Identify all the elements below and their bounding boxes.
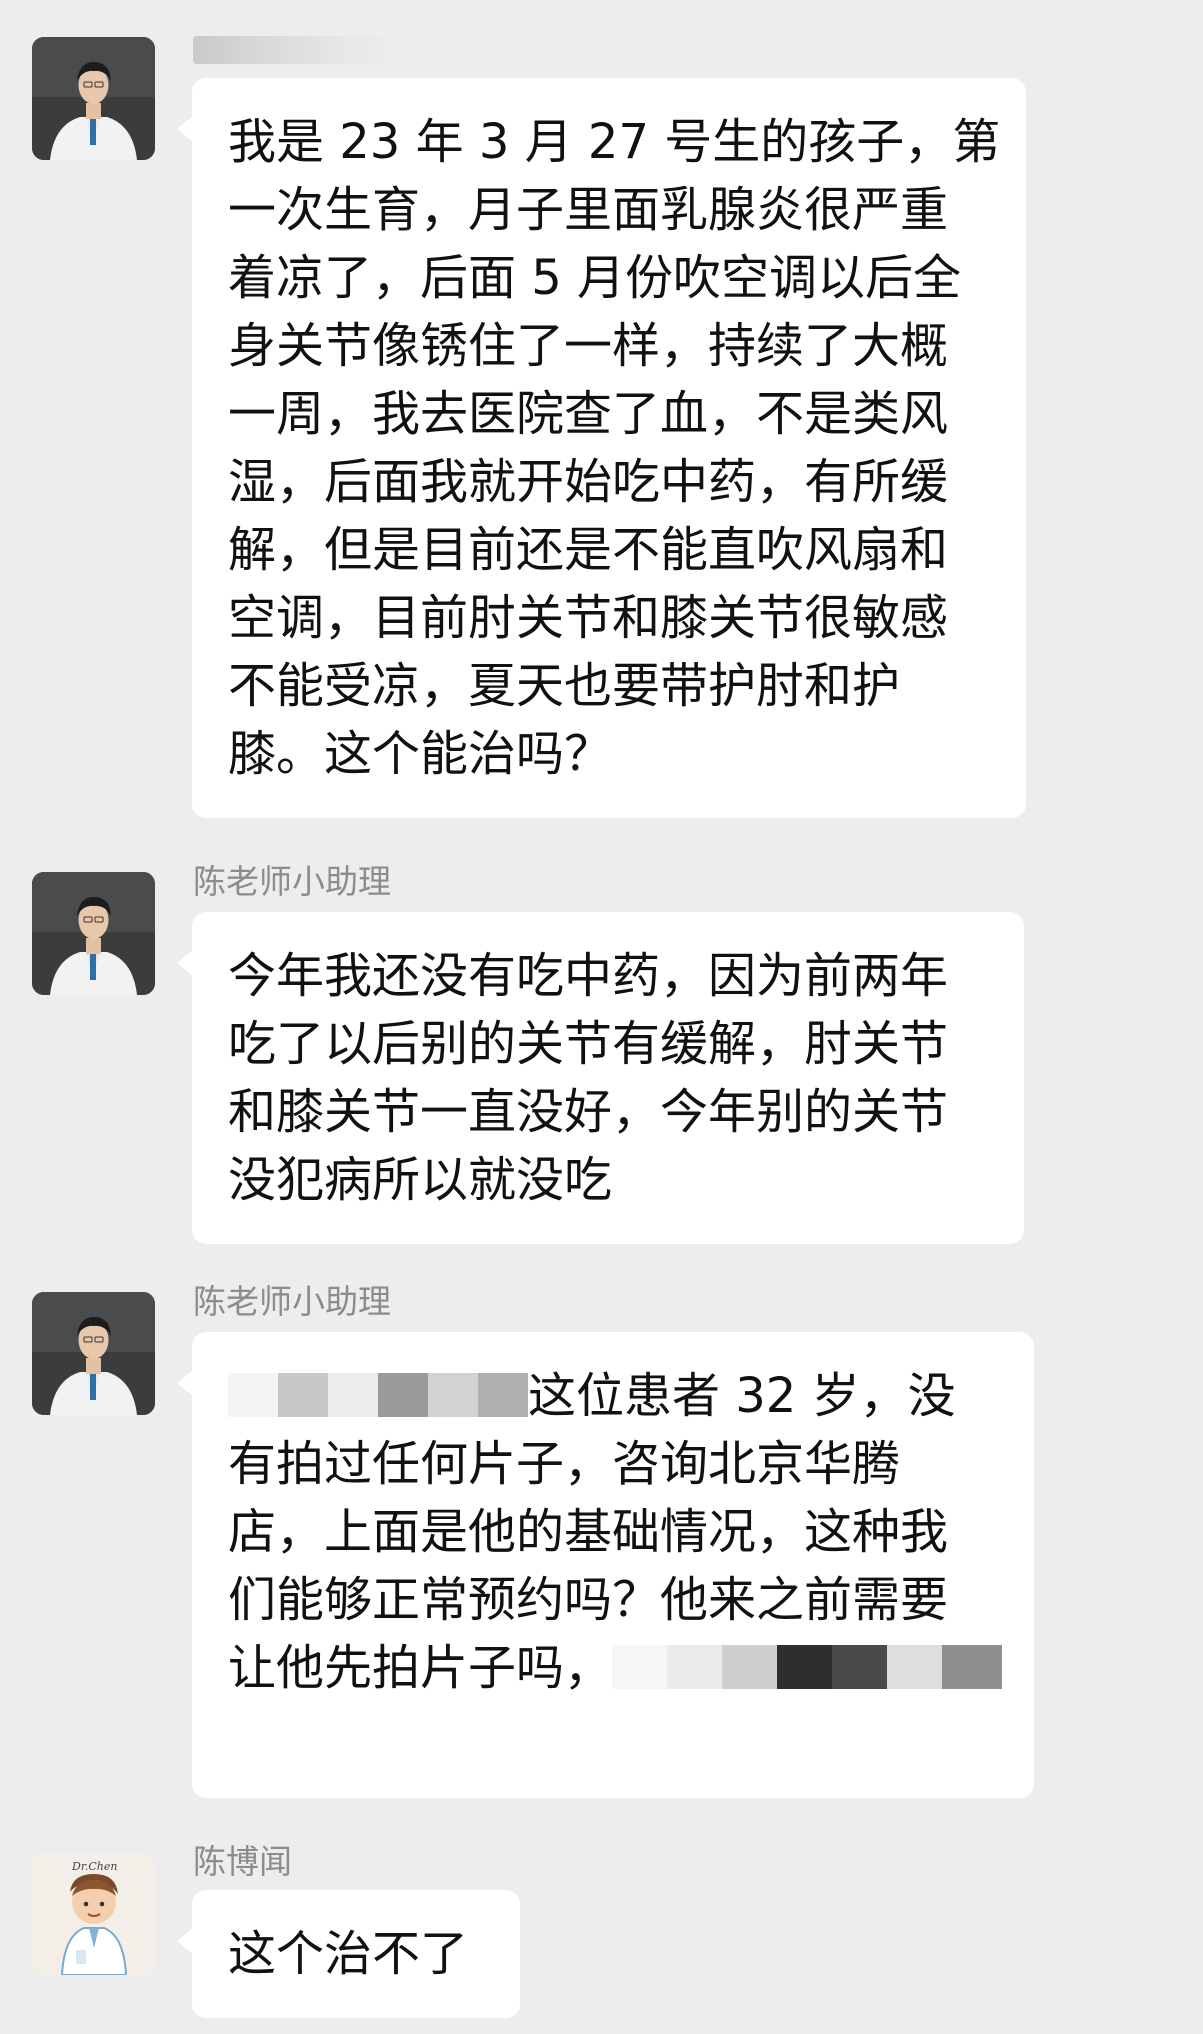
- message-bubble[interactable]: 我是 23 年 3 月 27 号生的孩子，第 一次生育，月子里面乳腺炎很严重 着…: [177, 78, 1026, 818]
- sender-name: 陈老师小助理: [193, 862, 391, 901]
- message-line: 这个治不了: [228, 1926, 469, 1982]
- doctor-photo-avatar: [32, 37, 155, 160]
- message-line: 我是 23 年 3 月 27 号生的孩子，第: [228, 114, 1001, 170]
- message-line: 今年我还没有吃中药，因为前两年: [228, 948, 949, 1004]
- message-line: 让他先拍片子吗，: [228, 1634, 1003, 1702]
- doctor-photo-avatar: [32, 872, 155, 995]
- message-line: 没犯病所以就没吃: [228, 1152, 613, 1208]
- cartoon-doctor-avatar: Dr.Chen: [32, 1852, 155, 1975]
- avatar-caption: Dr.Chen: [71, 1860, 117, 1873]
- sender-name-redacted: [193, 36, 398, 64]
- redacted-mosaic: [612, 1645, 1003, 1689]
- message-line: 解，但是目前还是不能直吹风扇和: [228, 522, 949, 578]
- sender-avatar[interactable]: [32, 1292, 155, 1415]
- message-line: 不能受凉，夏天也要带护肘和护: [228, 658, 901, 714]
- message-line: 这位患者 32 岁，没: [228, 1362, 998, 1430]
- message-line: 吃了以后别的关节有缓解，肘关节: [228, 1016, 949, 1072]
- message-line: 着凉了，后面 5 月份吹空调以后全: [228, 250, 962, 306]
- redacted-mosaic: [228, 1373, 528, 1417]
- doctor-photo-avatar: [32, 1292, 155, 1415]
- sender-avatar[interactable]: [32, 872, 155, 995]
- message-line: 湿，后面我就开始吃中药，有所缓: [228, 454, 949, 510]
- message-bubble[interactable]: 这位患者 32 岁，没 有拍过任何片子，咨询北京华腾 店，上面是他的基础情况，这…: [177, 1332, 1034, 1798]
- sender-name: 陈博闻: [193, 1842, 292, 1881]
- message-line: 一次生育，月子里面乳腺炎很严重: [228, 182, 949, 238]
- message-text: 这位患者 32 岁，没: [528, 1368, 956, 1424]
- message-text: 让他先拍片子吗，: [228, 1640, 613, 1696]
- message-line: 身关节像锈住了一样，持续了大概: [228, 318, 949, 374]
- sender-avatar[interactable]: [32, 37, 155, 160]
- message-bubble[interactable]: 这个治不了: [177, 1890, 520, 2018]
- message-line: 有拍过任何片子，咨询北京华腾: [228, 1436, 901, 1492]
- message-line: 们能够正常预约吗？他来之前需要: [228, 1572, 949, 1628]
- message-line: 和膝关节一直没好，今年别的关节: [228, 1084, 949, 1140]
- sender-name: 陈老师小助理: [193, 1282, 391, 1321]
- message-line: 空调，目前肘关节和膝关节很敏感: [228, 590, 949, 646]
- sender-avatar[interactable]: Dr.Chen: [32, 1852, 155, 1975]
- message-bubble[interactable]: 今年我还没有吃中药，因为前两年 吃了以后别的关节有缓解，肘关节 和膝关节一直没好…: [177, 912, 1024, 1244]
- message-line: 一周，我去医院查了血，不是类风: [228, 386, 949, 442]
- message-line: 店，上面是他的基础情况，这种我: [228, 1504, 949, 1560]
- message-line: 膝。这个能治吗？: [228, 726, 613, 782]
